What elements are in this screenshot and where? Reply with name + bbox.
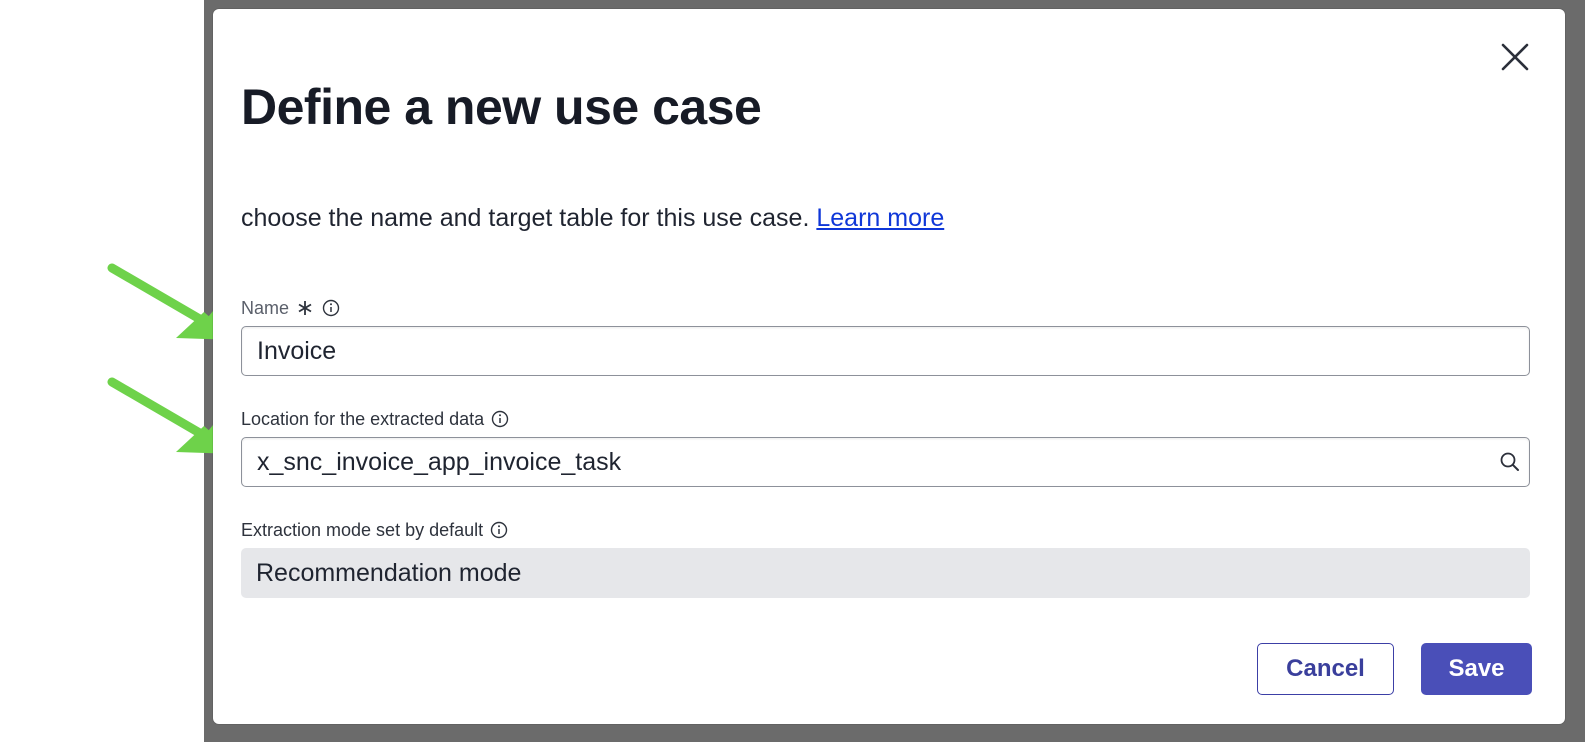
- location-input[interactable]: x_snc_invoice_app_invoice_task: [241, 437, 1530, 487]
- extraction-mode-label-text: Extraction mode set by default: [241, 520, 484, 540]
- required-asterisk-icon: [295, 298, 315, 318]
- name-field-label: Name: [241, 296, 341, 320]
- description-text: choose the name and target table for thi…: [241, 204, 810, 232]
- extraction-mode-field: Recommendation mode: [241, 548, 1530, 598]
- cancel-button[interactable]: Cancel: [1257, 643, 1394, 695]
- dialog-title: Define a new use case: [241, 79, 762, 135]
- save-button[interactable]: Save: [1421, 643, 1532, 695]
- info-icon[interactable]: [321, 298, 341, 318]
- extraction-mode-value: Recommendation mode: [256, 558, 522, 587]
- search-icon[interactable]: [1499, 451, 1521, 473]
- define-use-case-dialog: Define a new use case choose the name an…: [213, 9, 1565, 724]
- close-button[interactable]: [1495, 37, 1535, 77]
- name-input-value: Invoice: [257, 336, 337, 365]
- info-icon[interactable]: [489, 520, 509, 540]
- location-input-value: x_snc_invoice_app_invoice_task: [257, 447, 622, 476]
- learn-more-link[interactable]: Learn more: [816, 204, 944, 232]
- dialog-description: choose the name and target table for thi…: [241, 201, 944, 235]
- info-icon[interactable]: [490, 409, 510, 429]
- location-label-text: Location for the extracted data: [241, 409, 485, 429]
- location-field-label: Location for the extracted data: [241, 407, 510, 431]
- close-icon: [1501, 43, 1529, 71]
- extraction-mode-field-label: Extraction mode set by default: [241, 518, 509, 542]
- name-input[interactable]: Invoice: [241, 326, 1530, 376]
- name-label-text: Name: [241, 298, 290, 318]
